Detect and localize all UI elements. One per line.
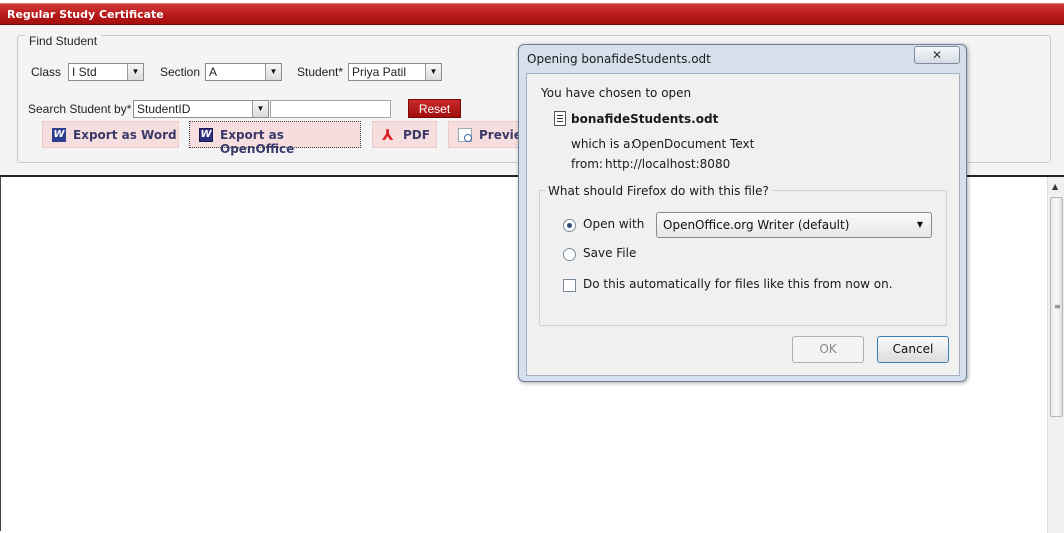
from-value: http://localhost:8080 [605, 157, 731, 171]
auto-label[interactable]: Do this automatically for files like thi… [583, 277, 893, 291]
export-openoffice-button[interactable]: W Export as OpenOffice [189, 121, 361, 156]
grip-icon: ≡ [1054, 302, 1061, 311]
open-with-app-select[interactable]: OpenOffice.org Writer (default) ▼ [656, 212, 932, 238]
export-word-label: Export as Word [73, 128, 177, 142]
ok-button[interactable]: OK [792, 336, 864, 363]
close-icon: ✕ [931, 48, 943, 62]
preview-icon [458, 128, 472, 142]
chevron-down-icon[interactable]: ▼ [127, 64, 143, 80]
export-openoffice-label: Export as OpenOffice [220, 128, 295, 156]
reset-button[interactable]: Reset [408, 99, 461, 118]
section-select-value: A [209, 65, 218, 79]
open-file-dialog: Opening bonafideStudents.odt ✕ You have … [518, 44, 967, 382]
pdf-icon: ⅄ [382, 126, 394, 144]
open-with-app-value: OpenOffice.org Writer (default) [663, 218, 850, 232]
which-is-label: which is a: [571, 137, 635, 151]
class-select[interactable]: I Std ▼ [68, 63, 144, 81]
scrollbar-thumb[interactable]: ≡ [1050, 197, 1063, 417]
search-by-select[interactable]: StudentID ▼ [133, 100, 269, 118]
chevron-down-icon[interactable]: ▼ [252, 101, 268, 117]
search-student-input[interactable] [270, 100, 391, 118]
dialog-body: You have chosen to open bonafideStudents… [526, 73, 960, 376]
export-pdf-label: PDF [403, 128, 430, 142]
auto-checkbox[interactable] [563, 279, 576, 292]
app-title-bar: Regular Study Certificate [0, 3, 1064, 25]
chevron-down-icon[interactable]: ▼ [265, 64, 281, 80]
cancel-button[interactable]: Cancel [877, 336, 949, 363]
find-student-legend: Find Student [25, 34, 102, 48]
student-select-value: Priya Patil [352, 65, 407, 79]
app-title: Regular Study Certificate [7, 8, 164, 21]
vertical-scrollbar[interactable]: ▲ ≡ [1047, 177, 1064, 533]
open-with-label[interactable]: Open with [583, 217, 644, 231]
from-label: from: [571, 157, 603, 171]
preview-button[interactable]: Preview [448, 121, 520, 148]
chevron-down-icon: ▼ [916, 220, 923, 229]
save-file-label[interactable]: Save File [583, 246, 636, 260]
word-icon: W [52, 128, 66, 142]
class-label: Class [31, 65, 62, 79]
file-type-value: OpenDocument Text [632, 137, 755, 151]
section-select[interactable]: A ▼ [205, 63, 282, 81]
chevron-down-icon[interactable]: ▼ [425, 64, 441, 80]
action-question: What should Firefox do with this file? [545, 184, 772, 198]
dialog-intro: You have chosen to open [541, 86, 692, 100]
scroll-up-icon[interactable]: ▲ [1052, 182, 1058, 191]
class-select-value: I Std [72, 65, 97, 79]
student-label: Student* [297, 65, 344, 79]
openoffice-icon: W [199, 128, 213, 142]
dialog-title: Opening bonafideStudents.odt [527, 52, 711, 66]
section-label: Section [160, 65, 201, 79]
close-button[interactable]: ✕ [914, 46, 960, 64]
save-file-radio[interactable] [563, 248, 576, 261]
preview-label: Preview [479, 128, 519, 142]
dialog-filename: bonafideStudents.odt [571, 112, 719, 126]
search-by-select-value: StudentID [137, 102, 191, 116]
open-with-radio[interactable] [563, 219, 576, 232]
export-word-button[interactable]: W Export as Word [42, 121, 179, 148]
student-select[interactable]: Priya Patil ▼ [348, 63, 442, 81]
document-icon [554, 111, 566, 126]
export-pdf-button[interactable]: ⅄ PDF [372, 121, 437, 148]
search-student-label: Search Student by* [28, 102, 132, 116]
